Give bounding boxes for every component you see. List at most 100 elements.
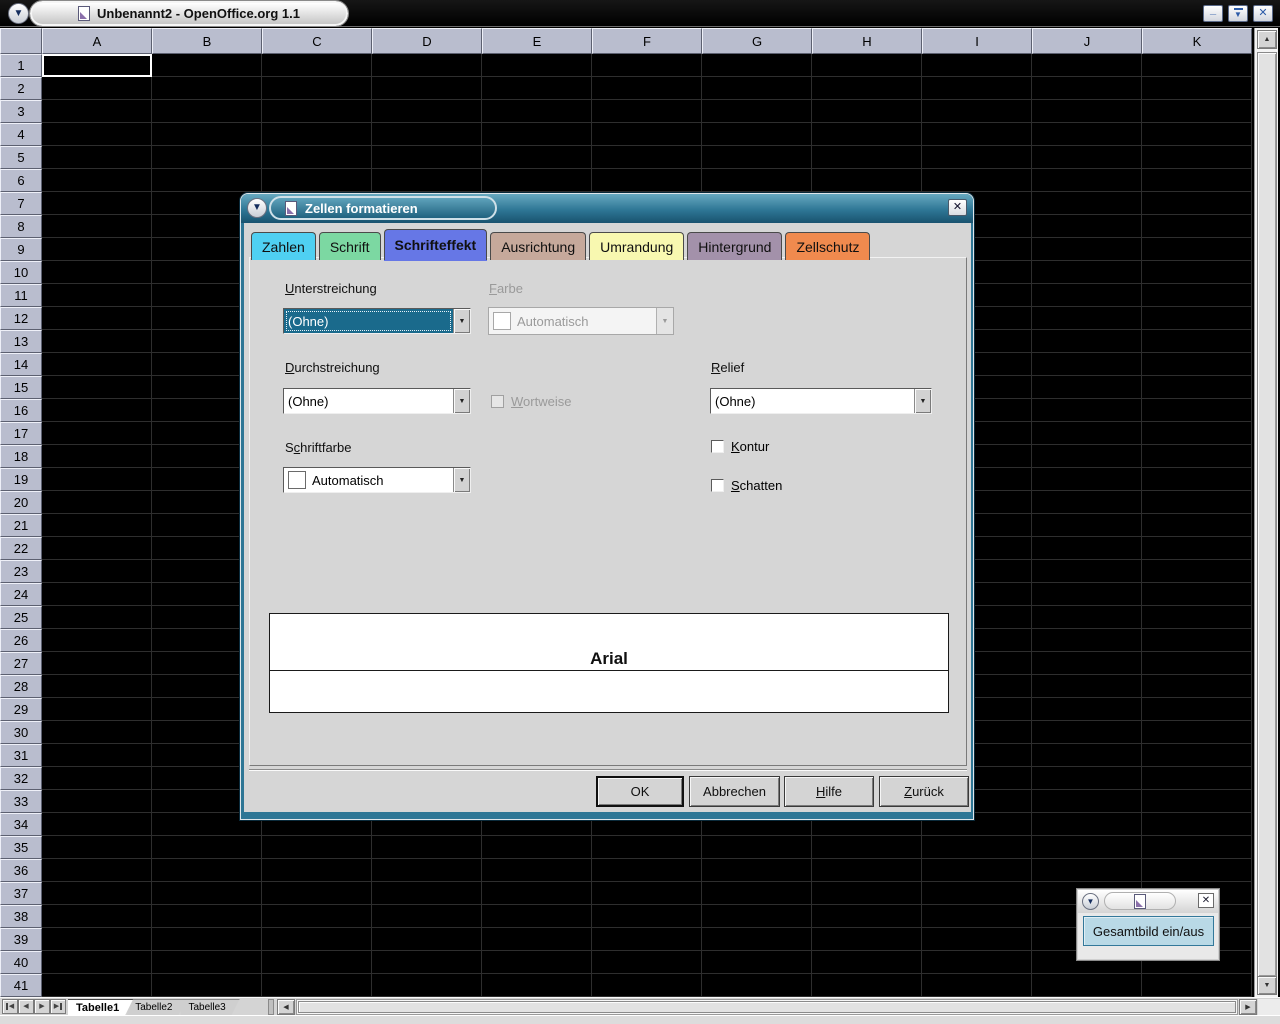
dialog-close-button[interactable]: ✕ (948, 199, 967, 216)
ok-button[interactable]: OK (596, 776, 684, 807)
row-header-24[interactable]: 24 (0, 583, 42, 606)
row-header-21[interactable]: 21 (0, 514, 42, 537)
help-button[interactable]: Hilfe (784, 776, 874, 807)
column-header-H[interactable]: H (812, 28, 922, 54)
underline-dropdown[interactable]: (Ohne) ▼ (283, 308, 471, 334)
column-header-K[interactable]: K (1142, 28, 1252, 54)
vertical-scroll-thumb[interactable] (1257, 52, 1277, 977)
dialog-tab-zahlen[interactable]: Zahlen (251, 232, 316, 260)
row-header-2[interactable]: 2 (0, 77, 42, 100)
font-color-dropdown[interactable]: Automatisch ▼ (283, 467, 471, 493)
shadow-checkbox-row[interactable]: Schatten (711, 478, 782, 493)
row-header-16[interactable]: 16 (0, 399, 42, 422)
tab-area-splitter[interactable] (268, 999, 274, 1015)
row-header-5[interactable]: 5 (0, 146, 42, 169)
dialog-tab-umrandung[interactable]: Umrandung (589, 232, 684, 260)
column-header-B[interactable]: B (152, 28, 262, 54)
sheet-tab-tabelle2[interactable]: Tabelle2 (127, 999, 186, 1015)
column-header-A[interactable]: A (42, 28, 152, 54)
row-header-28[interactable]: 28 (0, 675, 42, 698)
close-button[interactable]: ✕ (1253, 5, 1273, 22)
row-header-11[interactable]: 11 (0, 284, 42, 307)
select-all-corner[interactable] (0, 28, 42, 54)
underline-dropdown-button[interactable]: ▼ (453, 309, 470, 333)
horizontal-scroll-thumb[interactable] (298, 1001, 1236, 1013)
row-header-13[interactable]: 13 (0, 330, 42, 353)
font-color-dropdown-button[interactable]: ▼ (453, 468, 470, 492)
sheet-tab-tabelle3[interactable]: Tabelle3 (180, 999, 239, 1015)
shadow-checkbox[interactable] (711, 479, 724, 492)
first-sheet-button[interactable]: ◀ (2, 999, 18, 1014)
row-header-31[interactable]: 31 (0, 744, 42, 767)
last-sheet-button[interactable]: ▶ (50, 999, 66, 1014)
row-header-6[interactable]: 6 (0, 169, 42, 192)
row-header-4[interactable]: 4 (0, 123, 42, 146)
row-header-12[interactable]: 12 (0, 307, 42, 330)
back-button[interactable]: Zurück (879, 776, 969, 807)
minimize-button[interactable]: _ (1203, 5, 1223, 22)
row-header-19[interactable]: 19 (0, 468, 42, 491)
sheet-tab-tabelle1[interactable]: Tabelle1 (68, 999, 133, 1015)
row-header-17[interactable]: 17 (0, 422, 42, 445)
column-header-G[interactable]: G (702, 28, 812, 54)
outline-checkbox-row[interactable]: Kontur (711, 439, 769, 454)
row-header-15[interactable]: 15 (0, 376, 42, 399)
dialog-tab-schrifteffekt[interactable]: Schrifteffekt (384, 229, 488, 260)
row-header-34[interactable]: 34 (0, 813, 42, 836)
row-header-36[interactable]: 36 (0, 859, 42, 882)
row-header-8[interactable]: 8 (0, 215, 42, 238)
scroll-left-button[interactable]: ◀ (277, 999, 295, 1015)
row-header-40[interactable]: 40 (0, 951, 42, 974)
cancel-button[interactable]: Abbrechen (689, 776, 780, 807)
outline-checkbox[interactable] (711, 440, 724, 453)
column-header-J[interactable]: J (1032, 28, 1142, 54)
column-header-F[interactable]: F (592, 28, 702, 54)
row-header-41[interactable]: 41 (0, 974, 42, 997)
column-header-C[interactable]: C (262, 28, 372, 54)
row-header-35[interactable]: 35 (0, 836, 42, 859)
row-header-33[interactable]: 33 (0, 790, 42, 813)
scroll-up-button[interactable]: ▲ (1257, 30, 1277, 49)
row-header-20[interactable]: 20 (0, 491, 42, 514)
row-header-27[interactable]: 27 (0, 652, 42, 675)
row-header-38[interactable]: 38 (0, 905, 42, 928)
row-header-22[interactable]: 22 (0, 537, 42, 560)
dialog-tab-hintergrund[interactable]: Hintergrund (687, 232, 782, 260)
scroll-down-button[interactable]: ▼ (1257, 976, 1277, 995)
dialog-tab-schrift[interactable]: Schrift (319, 232, 381, 260)
row-header-30[interactable]: 30 (0, 721, 42, 744)
row-header-26[interactable]: 26 (0, 629, 42, 652)
maximize-button[interactable]: ▼ (1228, 5, 1248, 22)
dialog-tab-ausrichtung[interactable]: Ausrichtung (490, 232, 586, 260)
row-header-25[interactable]: 25 (0, 606, 42, 629)
dialog-titlebar[interactable]: ▼ Zellen formatieren ✕ (241, 194, 973, 223)
floating-window-titlebar[interactable]: ▼ ✕ (1078, 890, 1218, 913)
row-header-32[interactable]: 32 (0, 767, 42, 790)
row-header-3[interactable]: 3 (0, 100, 42, 123)
row-header-18[interactable]: 18 (0, 445, 42, 468)
row-header-1[interactable]: 1 (0, 54, 42, 77)
row-header-39[interactable]: 39 (0, 928, 42, 951)
dialog-menu-button[interactable]: ▼ (247, 198, 267, 218)
column-header-I[interactable]: I (922, 28, 1032, 54)
scroll-right-button[interactable]: ▶ (1239, 999, 1257, 1015)
floating-window-menu-button[interactable]: ▼ (1082, 893, 1099, 910)
strikethrough-dropdown-button[interactable]: ▼ (453, 389, 470, 413)
strikethrough-dropdown[interactable]: (Ohne) ▼ (283, 388, 471, 414)
relief-dropdown[interactable]: (Ohne) ▼ (710, 388, 932, 414)
floating-window-close-button[interactable]: ✕ (1198, 893, 1214, 908)
row-header-29[interactable]: 29 (0, 698, 42, 721)
next-sheet-button[interactable]: ▶ (34, 999, 50, 1014)
row-header-10[interactable]: 10 (0, 261, 42, 284)
row-header-23[interactable]: 23 (0, 560, 42, 583)
window-menu-button[interactable]: ▼ (8, 3, 29, 24)
gesamtbild-toggle-button[interactable]: Gesamtbild ein/aus (1083, 916, 1214, 946)
row-header-7[interactable]: 7 (0, 192, 42, 215)
previous-sheet-button[interactable]: ◀ (18, 999, 34, 1014)
column-header-E[interactable]: E (482, 28, 592, 54)
row-header-9[interactable]: 9 (0, 238, 42, 261)
row-header-37[interactable]: 37 (0, 882, 42, 905)
row-header-14[interactable]: 14 (0, 353, 42, 376)
dialog-tab-zellschutz[interactable]: Zellschutz (785, 232, 870, 260)
relief-dropdown-button[interactable]: ▼ (914, 389, 931, 413)
